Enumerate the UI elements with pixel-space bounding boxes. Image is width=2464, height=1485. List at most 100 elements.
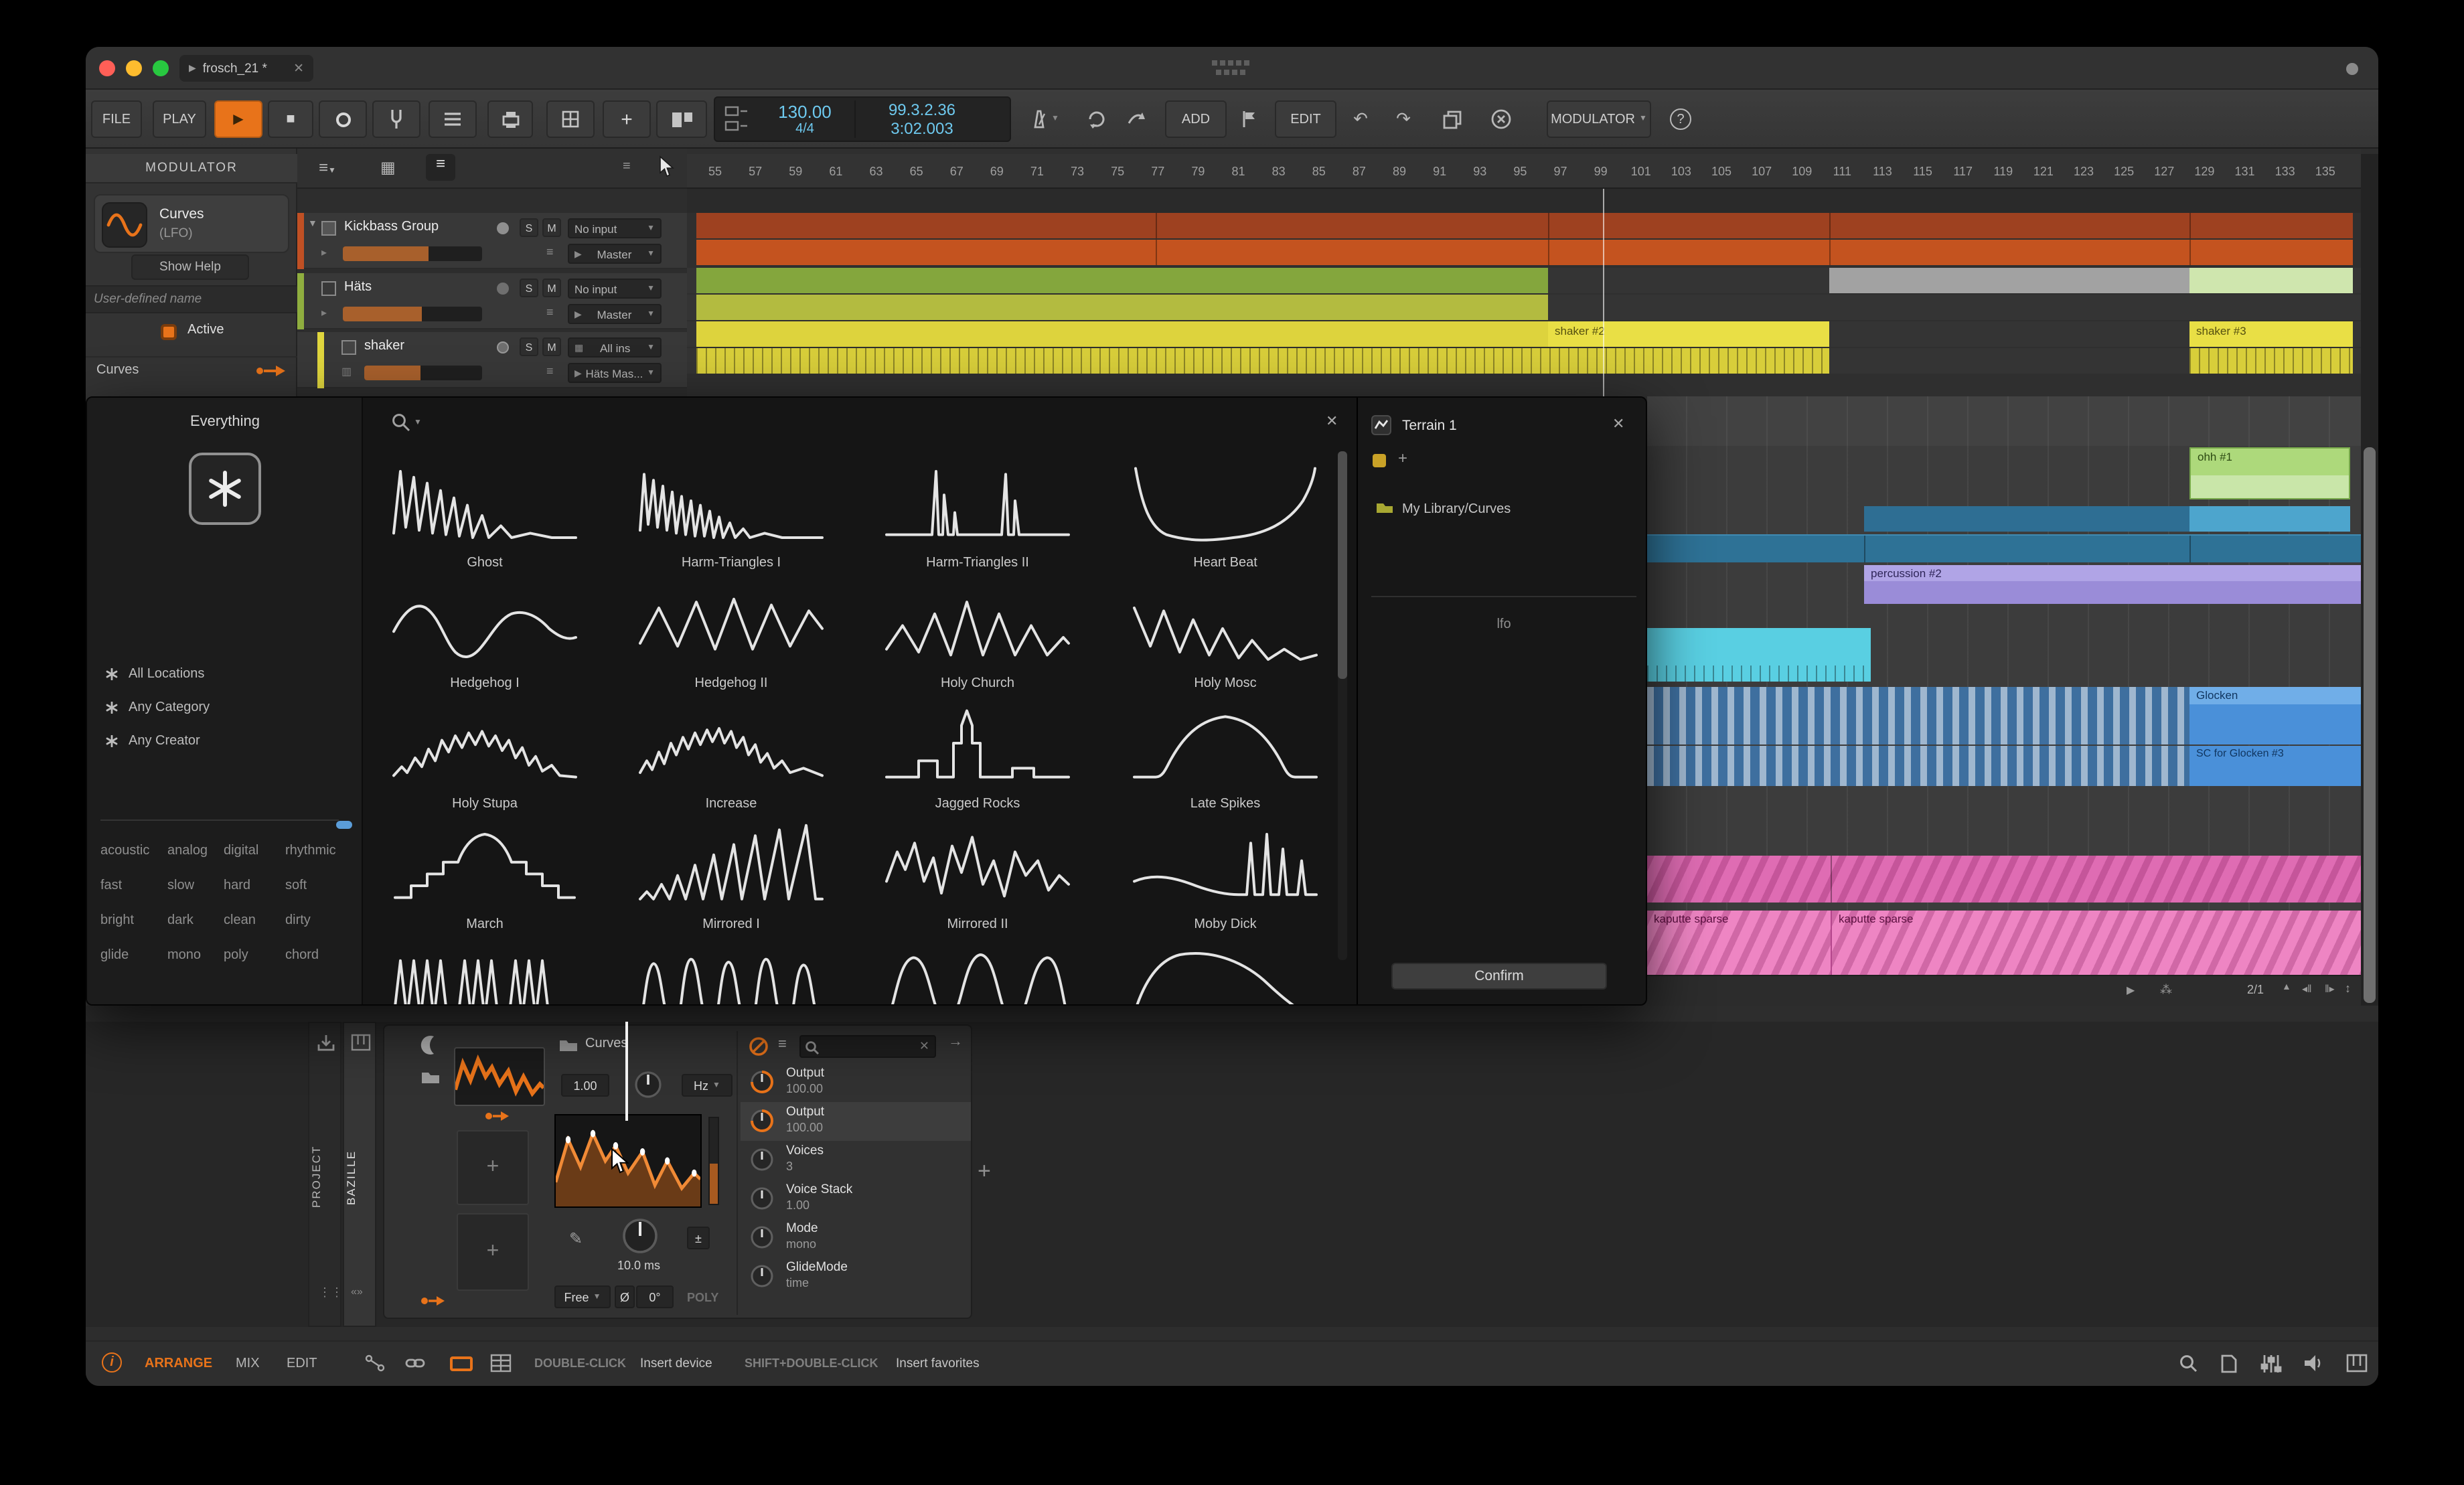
preset-name[interactable]: Jagged Rocks bbox=[884, 797, 1071, 811]
scope-title[interactable]: Everything bbox=[87, 414, 363, 430]
tag-acoustic[interactable]: acoustic bbox=[100, 844, 167, 858]
active-row[interactable]: Active bbox=[86, 319, 297, 345]
playhead-position[interactable]: 99.3.2.36 bbox=[856, 100, 988, 119]
clip-percussion2[interactable]: percussion #2 bbox=[1864, 565, 2361, 604]
selected-region[interactable] bbox=[1829, 268, 2189, 293]
dual-display-button[interactable] bbox=[656, 100, 707, 138]
curve-preset-thumbnail[interactable] bbox=[454, 1047, 545, 1106]
curve-thumbnail-ghost[interactable] bbox=[391, 578, 579, 667]
mod-target-voice-stack[interactable]: Voice Stack 1.00 bbox=[741, 1180, 971, 1219]
modulation-out-arrow-icon[interactable] bbox=[483, 1109, 510, 1123]
zoom-vertical-icon[interactable]: ↕ bbox=[2345, 982, 2351, 995]
tag-mono[interactable]: mono bbox=[167, 948, 224, 963]
link-icon[interactable] bbox=[404, 1354, 426, 1373]
filter-any-creator[interactable]: Any Creator bbox=[106, 727, 200, 754]
mod-target-mode[interactable]: Mode mono bbox=[741, 1219, 971, 1257]
clip-segment[interactable] bbox=[696, 213, 2353, 238]
dots-icon[interactable]: ⋮⋮ bbox=[319, 1285, 343, 1300]
filter-any-category[interactable]: Any Category bbox=[106, 694, 210, 720]
lane-kickbass-b[interactable] bbox=[687, 240, 2361, 265]
curve-thumbnail-late-spikes[interactable] bbox=[1132, 819, 1319, 908]
scrollbar-thumb[interactable] bbox=[1338, 451, 1347, 679]
clip-glocken[interactable]: Glocken bbox=[2189, 687, 2361, 745]
tag-digital[interactable]: digital bbox=[224, 844, 285, 858]
input-selector[interactable]: ▦ All ins ▼ bbox=[568, 337, 662, 358]
mod-target-glidemode[interactable]: GlideMode time bbox=[741, 1257, 971, 1296]
track-header-shaker[interactable]: shaker S M ▦ All ins ▼ ▥ ≡ ▶ Häts Mas... ▼ bbox=[297, 332, 687, 388]
arranger-timeline-top[interactable]: 55 57 59 61 63 65 67 69 71 73 75 77 79 81 83 85 87 89 91 93… bbox=[687, 149, 2361, 396]
arm-button[interactable] bbox=[497, 341, 509, 354]
mod-target-output[interactable]: Output 100.00 bbox=[741, 1102, 971, 1141]
pencil-icon[interactable]: ✎ bbox=[569, 1229, 583, 1248]
solo-button[interactable]: S bbox=[520, 279, 538, 297]
folder-icon[interactable] bbox=[420, 1069, 441, 1085]
beat-ruler[interactable]: 55 57 59 61 63 65 67 69 71 73 75 77 79 81 83 85 87 89 91 93… bbox=[687, 154, 2361, 189]
preset-name[interactable]: Ghost bbox=[391, 556, 579, 570]
play-menu-button[interactable]: PLAY bbox=[153, 100, 206, 138]
delete-button[interactable] bbox=[1484, 100, 1519, 138]
transport-display[interactable]: 130.00 4/4 99.3.2.36 3:02.003 bbox=[714, 96, 1011, 142]
tag-swatch[interactable] bbox=[1373, 454, 1386, 467]
curve-thumbnail-mirrored-1[interactable] bbox=[637, 940, 825, 1006]
curve-thumbnail-heartbeat[interactable] bbox=[1132, 578, 1319, 667]
clip-pink-bar[interactable] bbox=[1647, 856, 2361, 903]
close-window-button[interactable] bbox=[99, 60, 115, 76]
output-selector[interactable]: ▶ Häts Mas... ▼ bbox=[568, 363, 662, 383]
file-menu-button[interactable]: FILE bbox=[91, 100, 142, 138]
modulator-menu-button[interactable]: MODULATOR ▼ bbox=[1547, 100, 1651, 138]
play-button[interactable]: ▶ bbox=[214, 100, 262, 138]
arm-button[interactable] bbox=[497, 283, 509, 295]
groove-icon[interactable]: ⁂ bbox=[2160, 983, 2172, 998]
redo-button[interactable]: ↷ bbox=[1387, 100, 1419, 138]
chevron-down-icon[interactable]: ▼ bbox=[414, 419, 422, 427]
poly-label[interactable]: POLY bbox=[687, 1291, 718, 1304]
preset-name[interactable]: Hedgehog I bbox=[391, 676, 579, 691]
zoom-window-button[interactable] bbox=[153, 60, 169, 76]
everything-icon-box[interactable] bbox=[189, 453, 261, 525]
clip-segment[interactable] bbox=[696, 295, 1548, 320]
volume-slider[interactable] bbox=[364, 366, 482, 380]
param-search-field[interactable]: ✕ bbox=[799, 1035, 936, 1058]
edit-grid-button[interactable] bbox=[546, 100, 595, 138]
piano-roll-icon[interactable] bbox=[490, 1354, 512, 1373]
modulation-cancel-icon[interactable] bbox=[749, 1036, 769, 1057]
close-browser-icon[interactable]: ✕ bbox=[1326, 412, 1338, 430]
curve-thumbnail-hedgehog-1[interactable] bbox=[391, 699, 579, 787]
preset-name[interactable]: Harm-Triangles I bbox=[637, 556, 825, 570]
clip-kaputte2[interactable]: kaputte sparse bbox=[1831, 911, 2361, 975]
clip-segment[interactable] bbox=[696, 321, 1548, 347]
pointer-tool-icon[interactable] bbox=[659, 155, 675, 178]
sync-mode-selector[interactable]: Free ▼ bbox=[554, 1285, 611, 1308]
curve-thumbnail-harm-tri-1[interactable] bbox=[637, 578, 825, 667]
playhead-time[interactable]: 3:02.003 bbox=[856, 119, 988, 138]
playhead[interactable] bbox=[1603, 189, 1604, 396]
curve-thumbnail-scrolled-0[interactable] bbox=[391, 457, 579, 545]
clip-shaker2[interactable]: shaker #2 bbox=[1548, 321, 1829, 347]
tag-bright[interactable]: bright bbox=[100, 913, 167, 928]
preset-name[interactable]: Holy Stupa bbox=[391, 797, 579, 811]
panel-tab-project[interactable]: PROJECT ⋮⋮ bbox=[308, 1022, 343, 1327]
loop-button[interactable] bbox=[1079, 100, 1114, 138]
preset-folder-icon[interactable] bbox=[558, 1036, 579, 1052]
preset-name[interactable]: Increase bbox=[637, 797, 825, 811]
curve-thumbnail-hedgehog-2[interactable] bbox=[637, 699, 825, 787]
curve-thumbnail-scrolled-1[interactable] bbox=[637, 457, 825, 545]
preset-name[interactable]: Holy Mosc bbox=[1132, 676, 1319, 691]
clip-blue-bar[interactable] bbox=[1647, 534, 2361, 562]
tag-fast[interactable]: fast bbox=[100, 878, 167, 893]
device-title[interactable]: Curves bbox=[585, 1036, 627, 1051]
keyboard-icon[interactable] bbox=[2346, 1354, 2368, 1373]
curve-thumbnail-stupa[interactable] bbox=[391, 819, 579, 908]
file-icon[interactable] bbox=[2220, 1354, 2238, 1374]
stop-button[interactable]: ■ bbox=[268, 100, 313, 138]
preset-title[interactable]: Terrain 1 bbox=[1402, 418, 1457, 434]
volume-slider[interactable] bbox=[343, 246, 482, 261]
add-button[interactable]: ADD bbox=[1165, 100, 1227, 138]
tag-glide[interactable]: glide bbox=[100, 948, 167, 963]
category-tag[interactable]: lfo bbox=[1358, 617, 1646, 632]
tab-close-icon[interactable]: ✕ bbox=[293, 61, 304, 76]
rate-value-box[interactable]: 1.00 bbox=[561, 1074, 609, 1097]
curve-thumbnail-moby[interactable] bbox=[1132, 940, 1319, 1006]
info-icon[interactable]: i bbox=[102, 1352, 122, 1373]
modulation-out-arrow-icon[interactable] bbox=[254, 363, 287, 379]
